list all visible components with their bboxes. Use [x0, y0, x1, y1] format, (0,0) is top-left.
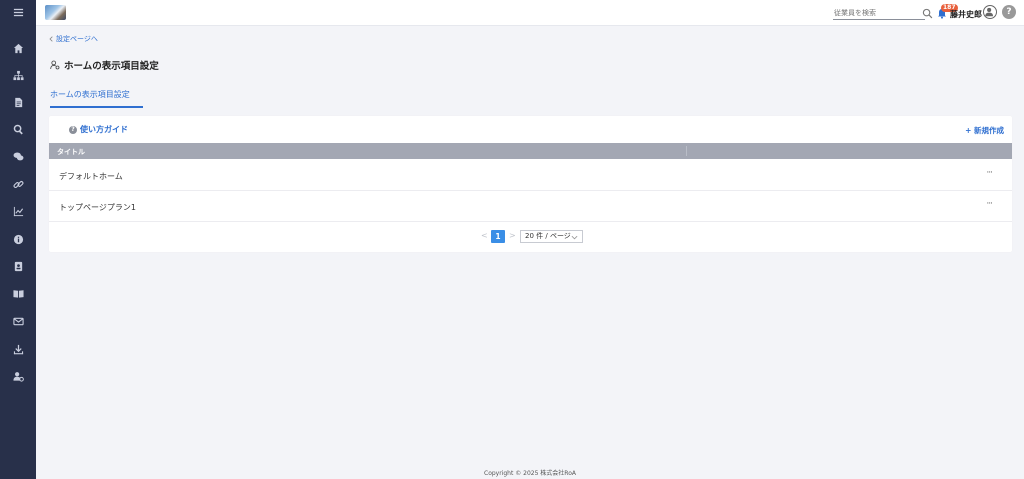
pagination: < 1 > 20 件 / ページ: [49, 230, 1012, 244]
user-avatar-icon: [985, 7, 993, 17]
usage-guide-label: 使い方ガイド: [80, 125, 128, 134]
footer-copyright: Copyright © 2025 株式会社RoA: [484, 470, 576, 477]
info-icon[interactable]: [0, 231, 36, 247]
home-icon[interactable]: [0, 40, 36, 56]
pagination-prev-button[interactable]: <: [481, 231, 488, 240]
menu-icon[interactable]: [0, 4, 36, 20]
pagination-page-1[interactable]: 1: [491, 230, 505, 243]
user-settings-icon: [50, 60, 60, 70]
sidebar: [0, 0, 36, 479]
org-chart-icon[interactable]: [0, 67, 36, 83]
top-bar: 187 藤井史郎 ?: [36, 0, 1024, 26]
column-divider: [686, 146, 687, 156]
tab-home-display-settings[interactable]: ホームの表示項目設定: [50, 89, 143, 108]
contact-card-icon[interactable]: [0, 258, 36, 274]
more-options-icon[interactable]: ···: [986, 199, 993, 209]
table-row[interactable]: トップページプラン1 ···: [49, 191, 1012, 222]
help-icon[interactable]: ?: [1002, 5, 1016, 19]
back-link-label: 設定ページへ: [56, 35, 98, 43]
download-icon[interactable]: [0, 341, 36, 357]
pagination-next-button[interactable]: >: [509, 231, 516, 240]
user-name[interactable]: 藤井史郎: [950, 9, 982, 20]
usage-guide-link[interactable]: ? 使い方ガイド: [69, 124, 128, 135]
page-size-value: 20 件 / ページ: [525, 232, 571, 240]
mail-icon[interactable]: [0, 313, 36, 329]
chart-icon[interactable]: [0, 203, 36, 219]
page-title: ホームの表示項目設定: [50, 58, 159, 72]
page-title-text: ホームの表示項目設定: [64, 61, 159, 72]
table-row[interactable]: デフォルトホーム ···: [49, 160, 1012, 191]
search-icon[interactable]: [0, 121, 36, 137]
settings-panel: ? 使い方ガイド + 新規作成 タイトル デフォルトホーム ··· トップページ…: [49, 116, 1012, 252]
chat-icon[interactable]: [0, 148, 36, 164]
row-title[interactable]: トップページプラン1: [59, 202, 136, 213]
document-icon[interactable]: [0, 94, 36, 110]
column-header-title[interactable]: タイトル: [57, 147, 85, 157]
page-size-select[interactable]: 20 件 / ページ: [520, 230, 583, 243]
more-options-icon[interactable]: ···: [986, 168, 993, 178]
row-title[interactable]: デフォルトホーム: [59, 171, 123, 182]
user-settings-icon[interactable]: [0, 368, 36, 384]
create-new-button[interactable]: + 新規作成: [965, 125, 1004, 136]
employee-search-input[interactable]: [833, 7, 925, 20]
book-icon[interactable]: [0, 285, 36, 301]
chevron-down-icon: [571, 235, 578, 240]
company-logo[interactable]: [45, 5, 66, 20]
question-icon: ?: [69, 125, 77, 134]
link-icon[interactable]: [0, 176, 36, 192]
chevron-left-icon: [49, 36, 53, 42]
search-icon[interactable]: [922, 8, 933, 19]
table-header: タイトル: [49, 143, 1012, 159]
back-to-settings-link[interactable]: 設定ページへ: [49, 34, 98, 44]
avatar[interactable]: [983, 5, 997, 19]
